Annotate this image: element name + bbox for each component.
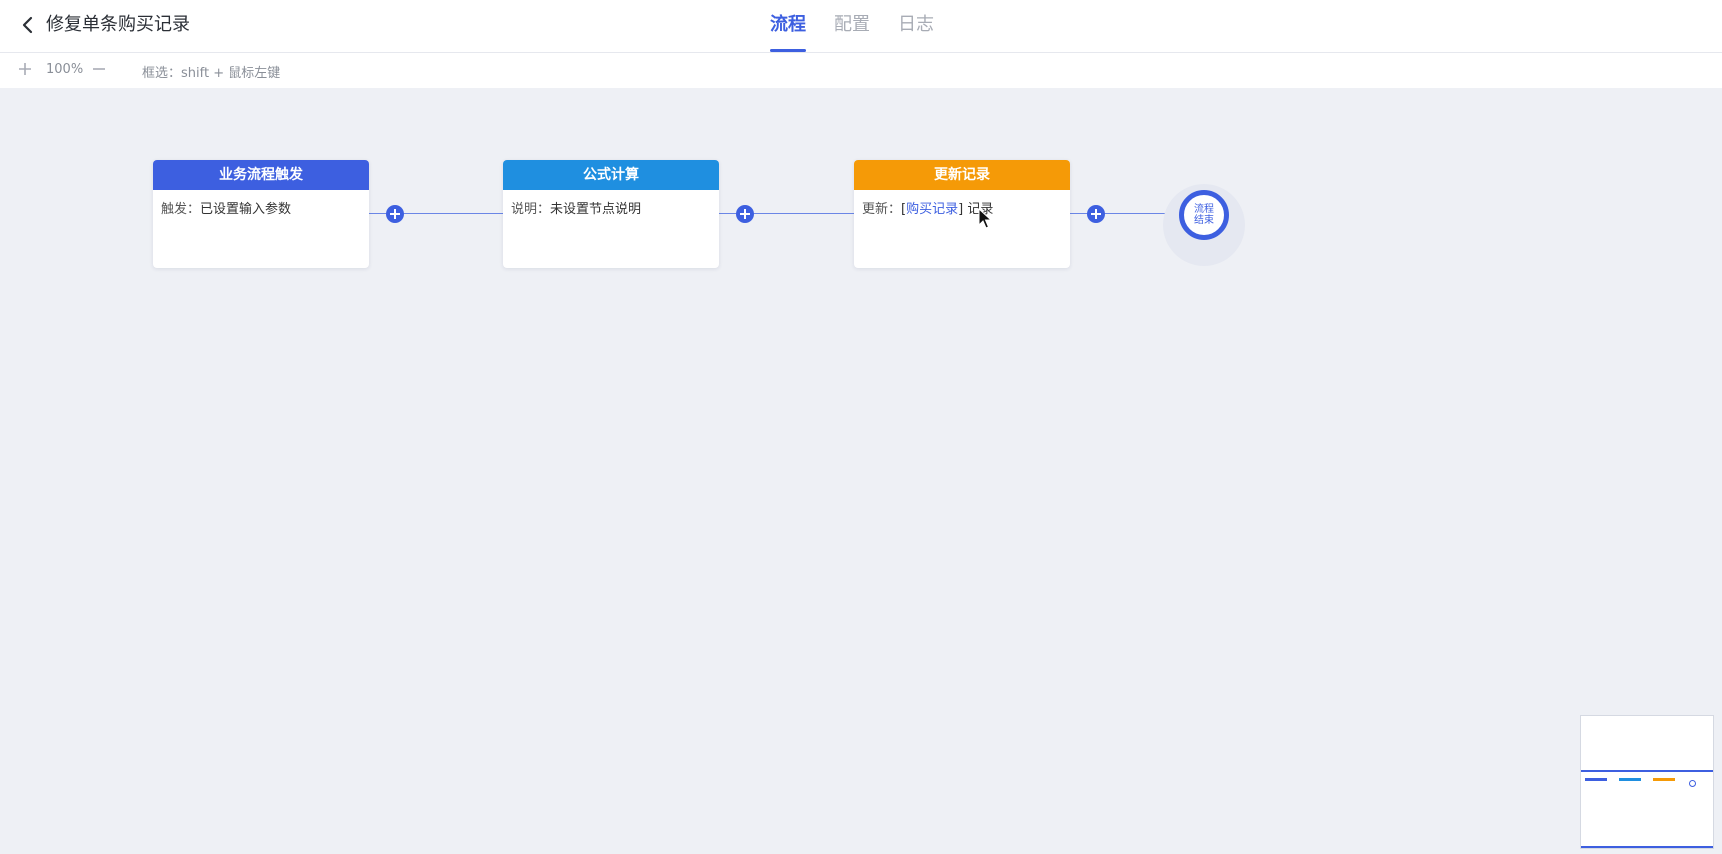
tab-config[interactable]: 配置 bbox=[834, 0, 870, 52]
tab-bar: 流程 配置 日志 bbox=[770, 0, 962, 52]
flow-node-trigger[interactable]: 业务流程触发 触发：已设置输入参数 bbox=[153, 160, 369, 268]
node-value: 未设置节点说明 bbox=[550, 202, 642, 217]
node-body: 触发：已设置输入参数 bbox=[153, 190, 369, 230]
add-node-button[interactable] bbox=[386, 205, 404, 223]
edge-line bbox=[1068, 213, 1180, 214]
minus-icon[interactable] bbox=[91, 61, 107, 77]
node-label: 触发： bbox=[161, 202, 201, 217]
node-title: 更新记录 bbox=[854, 160, 1070, 190]
flow-node-update[interactable]: 更新记录 更新：[购买记录] 记录 bbox=[854, 160, 1070, 268]
add-node-button[interactable] bbox=[1087, 205, 1105, 223]
node-body: 说明：未设置节点说明 bbox=[503, 190, 719, 230]
chevron-left-icon[interactable] bbox=[18, 14, 38, 36]
page-title: 修复单条购买记录 bbox=[46, 14, 190, 35]
node-value: 已设置输入参数 bbox=[200, 202, 292, 217]
workflow-editor: 修复单条购买记录 流程 配置 日志 100% 框选：shift + 鼠标左键 业… bbox=[0, 0, 1722, 854]
flow-node-formula[interactable]: 公式计算 说明：未设置节点说明 bbox=[503, 160, 719, 268]
mouse-cursor-icon bbox=[978, 207, 993, 230]
canvas-toolbar: 100% 框选：shift + 鼠标左键 bbox=[0, 53, 1722, 88]
record-link[interactable]: 购买记录 bbox=[906, 202, 958, 217]
node-title: 业务流程触发 bbox=[153, 160, 369, 190]
end-node-label: 流程结束 bbox=[1194, 204, 1214, 226]
bracket-close: ] bbox=[958, 202, 968, 217]
node-body: 更新：[购买记录] 记录 bbox=[854, 190, 1070, 230]
top-bar: 修复单条购买记录 流程 配置 日志 bbox=[0, 0, 1722, 53]
plus-icon[interactable] bbox=[17, 61, 33, 77]
node-title: 公式计算 bbox=[503, 160, 719, 190]
tab-flow[interactable]: 流程 bbox=[770, 0, 806, 52]
minimap[interactable] bbox=[1580, 715, 1714, 849]
flow-end-node[interactable]: 流程结束 bbox=[1179, 190, 1229, 240]
selection-hint: 框选：shift + 鼠标左键 bbox=[142, 66, 281, 81]
node-label: 更新： bbox=[862, 202, 902, 217]
minimap-viewport[interactable] bbox=[1581, 770, 1713, 848]
add-node-button[interactable] bbox=[736, 205, 754, 223]
tab-log[interactable]: 日志 bbox=[898, 0, 934, 52]
flow-canvas[interactable]: 业务流程触发 触发：已设置输入参数 公式计算 说明：未设置节点说明 更新记录 更… bbox=[0, 88, 1722, 854]
zoom-level: 100% bbox=[46, 62, 84, 77]
node-label: 说明： bbox=[511, 202, 551, 217]
